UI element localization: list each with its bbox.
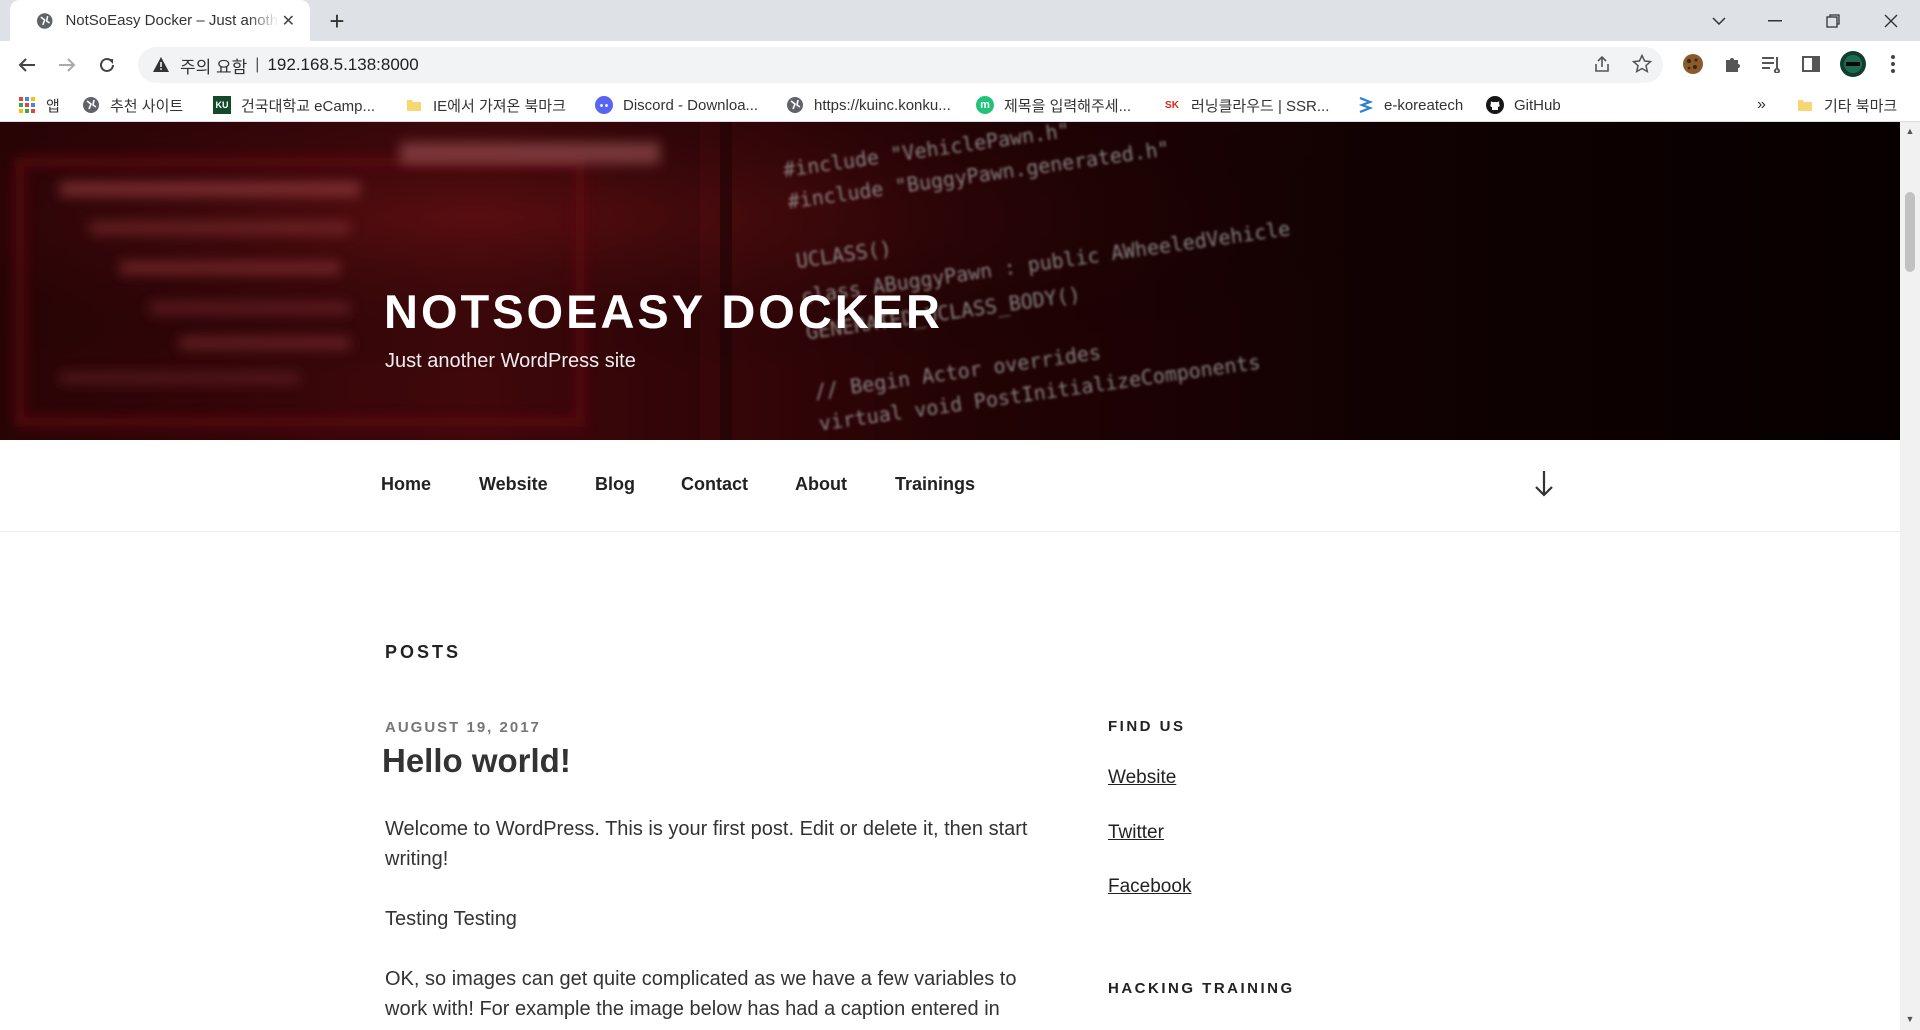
bookmark-label: 추천 사이트 <box>110 97 184 115</box>
scroll-up-arrow-icon[interactable]: ▲ <box>1905 126 1915 136</box>
bookmark-e-koreatech[interactable]: e-koreatech <box>1356 93 1463 117</box>
m-icon: m <box>976 96 994 114</box>
sidebar-link-website[interactable]: Website <box>1108 767 1176 789</box>
folder-icon <box>1796 96 1814 114</box>
profile-avatar[interactable] <box>1838 49 1868 79</box>
browser-menu-icon[interactable] <box>1878 49 1908 79</box>
close-window-icon[interactable] <box>1868 0 1914 41</box>
cookie-extension-icon[interactable] <box>1678 49 1708 79</box>
nav-home[interactable]: Home <box>381 474 431 495</box>
nav-about[interactable]: About <box>795 474 847 495</box>
bookmark-label: 러닝클라우드 | SSR... <box>1191 97 1330 115</box>
bookmark-label: IE에서 가져온 북마크 <box>433 97 566 115</box>
security-label[interactable]: 주의 요함 <box>180 53 247 78</box>
bookmark-github[interactable]: GitHub <box>1486 93 1561 117</box>
bookmark-label: 앱 <box>46 97 60 115</box>
sk-icon: SK <box>1165 99 1179 111</box>
warning-icon <box>153 57 169 72</box>
bookmark-other[interactable]: 기타 북마크 <box>1796 93 1897 117</box>
github-icon <box>1486 96 1504 114</box>
tab-strip: NotSoEasy Docker – Just anothe ✕ + <box>0 0 1920 41</box>
browser-toolbar: 주의 요함 | 192.168.5.138:8000 <box>0 41 1920 89</box>
post-paragraph: OK, so images can get quite complicated … <box>385 968 1017 1020</box>
apps-grid-icon <box>18 96 36 114</box>
e-koreatech-icon <box>1356 96 1374 114</box>
nav-contact[interactable]: Contact <box>681 474 748 495</box>
nav-trainings[interactable]: Trainings <box>895 474 975 495</box>
bookmark-recommended-sites[interactable]: 추천 사이트 <box>82 93 183 117</box>
bookmark-label: GitHub <box>1514 96 1561 114</box>
tab-title: NotSoEasy Docker – Just anothe <box>65 12 279 29</box>
browser-tab[interactable]: NotSoEasy Docker – Just anothe ✕ <box>10 0 310 41</box>
post-paragraph: Testing Testing <box>385 908 517 930</box>
bookmarks-overflow-button[interactable]: » <box>1757 93 1766 117</box>
side-panel-icon[interactable] <box>1796 49 1826 79</box>
bookmark-label: Discord - Downloa... <box>623 96 759 114</box>
new-tab-button[interactable]: + <box>322 6 352 36</box>
restore-icon[interactable] <box>1810 0 1856 41</box>
post-title[interactable]: Hello world! <box>382 742 571 780</box>
forward-icon[interactable] <box>53 51 81 79</box>
reading-list-icon[interactable] <box>1756 49 1786 79</box>
reload-icon[interactable] <box>93 51 121 79</box>
sidebar-link-facebook[interactable]: Facebook <box>1108 876 1191 898</box>
globe-icon <box>36 12 53 29</box>
share-icon[interactable] <box>1587 49 1617 79</box>
globe-icon <box>82 96 100 114</box>
bookmark-ie-folder[interactable]: IE에서 가져온 북마크 <box>405 93 566 117</box>
nav-website[interactable]: Website <box>479 474 548 495</box>
bookmark-star-icon[interactable] <box>1627 49 1657 79</box>
tab-search-icon[interactable] <box>1696 0 1742 41</box>
close-tab-icon[interactable]: ✕ <box>279 11 298 31</box>
post-paragraph: Welcome to WordPress. This is your first… <box>385 818 1028 870</box>
bookmark-label: 제목을 입력해주세... <box>1004 97 1132 115</box>
ku-icon: KU <box>213 96 231 114</box>
bookmark-label: e-koreatech <box>1384 96 1464 114</box>
site-title[interactable]: NOTSOEASY DOCKER <box>384 284 943 339</box>
bookmark-label: 기타 북마크 <box>1824 97 1898 115</box>
post-date[interactable]: AUGUST 19, 2017 <box>385 719 541 736</box>
posts-heading: POSTS <box>385 642 462 662</box>
bookmark-apps[interactable]: 앱 <box>18 93 60 117</box>
page-viewport: #include "VehiclePawn.h" #include "Buggy… <box>0 122 1900 1030</box>
page-scrollbar[interactable]: ▲ ▼ <box>1900 122 1920 1030</box>
scroll-down-arrow-icon[interactable]: ▼ <box>1905 1014 1915 1024</box>
extensions-puzzle-icon[interactable] <box>1718 49 1748 79</box>
folder-icon <box>405 96 423 114</box>
site-header: #include "VehiclePawn.h" #include "Buggy… <box>0 122 1900 440</box>
header-background-image: #include "VehiclePawn.h" #include "Buggy… <box>0 122 1900 440</box>
bookmark-kuinc[interactable]: https://kuinc.konku... <box>786 93 951 117</box>
bookmark-label: https://kuinc.konku... <box>814 96 951 114</box>
bookmark-untitled[interactable]: m 제목을 입력해주세... <box>976 93 1131 117</box>
site-description: Just another WordPress site <box>385 350 636 372</box>
bookmark-ku-ecampus[interactable]: KU 건국대학교 eCamp... <box>213 93 375 117</box>
find-us-widget-title: FIND US <box>1108 718 1186 735</box>
scroll-down-arrow-icon[interactable] <box>1532 468 1556 500</box>
bookmark-label: 건국대학교 eCamp... <box>241 97 376 115</box>
discord-icon <box>595 96 613 114</box>
hacking-training-widget-title: HACKING TRAINING <box>1108 980 1295 997</box>
minimize-icon[interactable] <box>1752 0 1798 41</box>
bookmark-discord[interactable]: Discord - Downloa... <box>595 93 758 117</box>
bookmarks-bar: 앱 추천 사이트 KU 건국대학교 eCamp... IE에서 가져온 북마크 … <box>0 89 1920 122</box>
url-text[interactable]: 192.168.5.138:8000 <box>267 55 418 75</box>
globe-icon <box>786 96 804 114</box>
address-bar[interactable]: 주의 요함 | 192.168.5.138:8000 <box>138 47 1663 83</box>
nav-blog[interactable]: Blog <box>595 474 635 495</box>
back-icon[interactable] <box>13 51 41 79</box>
scrollbar-thumb[interactable] <box>1905 192 1915 272</box>
omnibox-separator: | <box>255 56 260 73</box>
sidebar-link-twitter[interactable]: Twitter <box>1108 822 1164 844</box>
main-navigation: Home Website Blog Contact About Training… <box>0 440 1900 532</box>
bookmark-learning-cloud[interactable]: SK 러닝클라우드 | SSR... <box>1163 93 1329 117</box>
